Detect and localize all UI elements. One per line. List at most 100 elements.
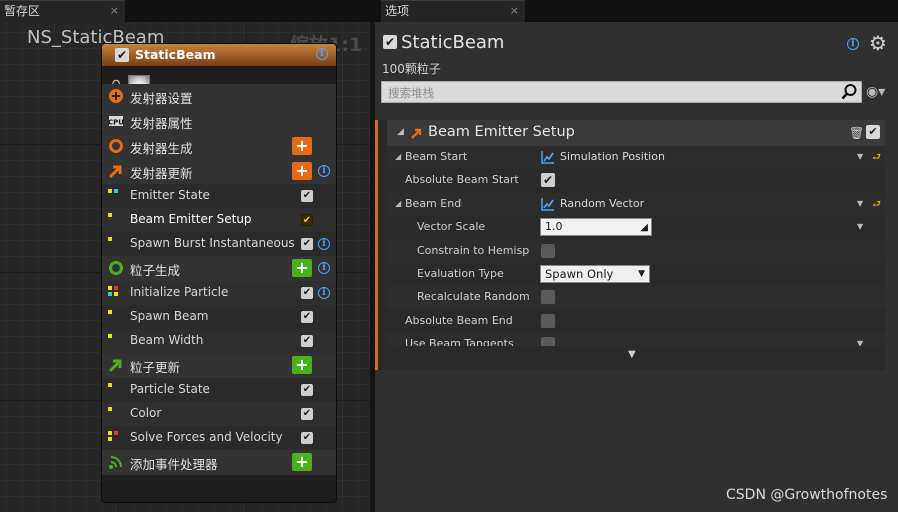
property-value: Random Vector	[560, 196, 645, 210]
info-icon[interactable]: i	[318, 165, 330, 177]
property-label: Absolute Beam End	[405, 313, 513, 327]
reset-arrow-icon[interactable]: ⮐	[872, 150, 881, 167]
add-module-button[interactable]: +	[292, 137, 312, 155]
trash-icon[interactable]: 🗑	[849, 126, 864, 140]
property-label: Beam End	[405, 196, 462, 210]
number-value: 1.0	[545, 220, 563, 234]
property-row: Absolute Beam End	[387, 309, 885, 333]
ring-icon	[109, 139, 123, 153]
stack-item-label: 粒子生成	[130, 263, 181, 278]
module-enable-checkbox[interactable]: ✔	[301, 214, 313, 226]
module-header[interactable]: ◢ Beam Emitter Setup 🗑 ✔	[387, 120, 885, 146]
add-module-button[interactable]: +	[292, 162, 312, 180]
stack-item-label: Spawn Beam	[130, 309, 209, 323]
property-checkbox[interactable]	[541, 313, 555, 328]
property-row: ◢ Beam Start Simulation Position ▼ ⮐	[387, 146, 885, 169]
search-icon[interactable]	[841, 83, 858, 100]
property-value: Simulation Position	[560, 150, 665, 163]
emitter-node-header[interactable]: ✔ StaticBeam i	[102, 44, 336, 67]
stack-item-label: 发射器生成	[130, 141, 193, 156]
module-enable-checkbox[interactable]: ✔	[301, 432, 313, 444]
emitter-node[interactable]: ✔ StaticBeam i ⚲ 发射器设置CPU发射器属性发射器生成+发射器更…	[101, 43, 337, 503]
property-checkbox[interactable]	[541, 243, 555, 258]
module-item[interactable]: Particle State ✔	[102, 378, 336, 402]
info-icon[interactable]: i	[847, 38, 859, 50]
property-row: Recalculate Random E	[387, 286, 885, 310]
module-enable-checkbox[interactable]: ✔	[301, 335, 313, 347]
stack-section-1[interactable]: CPU 发射器属性	[102, 109, 336, 134]
module-enable-checkbox[interactable]: ✔	[866, 125, 880, 139]
property-checkbox[interactable]	[541, 290, 555, 305]
property-label: Evaluation Type	[417, 267, 504, 280]
evaluation-type-select[interactable]: Spawn Only ▼	[540, 265, 650, 283]
module-enable-checkbox[interactable]: ✔	[301, 287, 313, 299]
module-enable-checkbox[interactable]: ✔	[301, 408, 313, 420]
stack-section-7[interactable]: 粒子生成 + i	[102, 256, 336, 281]
stack-section-3[interactable]: 发射器更新 + i	[102, 159, 336, 184]
emitter-enable-checkbox[interactable]: ✔	[383, 35, 397, 49]
add-module-button[interactable]: +	[292, 453, 312, 471]
chevron-down-icon[interactable]: ▼	[857, 152, 863, 161]
watermark: CSDN @Growthofnotes	[726, 487, 888, 503]
stack-search-input[interactable]: 搜索堆栈	[381, 81, 862, 103]
collapse-triangle-icon[interactable]: ◢	[397, 127, 404, 137]
vector-scale-input[interactable]: 1.0 ◢	[540, 218, 652, 237]
info-icon[interactable]: i	[316, 48, 328, 60]
module-item[interactable]: Initialize Particle ✔ i	[102, 281, 336, 305]
property-row: Evaluation Type Spawn Only ▼	[387, 263, 885, 286]
module-enable-checkbox[interactable]: ✔	[301, 238, 313, 250]
emitter-enable-checkbox[interactable]: ✔	[115, 48, 129, 62]
stack-section-15[interactable]: 添加事件处理器 +	[102, 450, 336, 475]
add-module-button[interactable]: +	[292, 356, 312, 374]
expand-down-icon[interactable]: ▼	[628, 349, 636, 360]
info-icon[interactable]: i	[318, 262, 330, 274]
module-item[interactable]: Emitter State ✔	[102, 184, 336, 208]
tab-label: 暂存区	[4, 4, 41, 18]
module-item[interactable]: Solve Forces and Velocity ✔	[102, 426, 336, 450]
property-row: ◢ Beam End Random Vector ▼ ⮐	[387, 192, 885, 216]
emitter-settings-icon	[109, 89, 123, 103]
search-placeholder: 搜索堆栈	[388, 86, 434, 100]
info-icon[interactable]: i	[318, 238, 330, 250]
module-item[interactable]: Color ✔	[102, 402, 336, 426]
module-status-dots	[108, 407, 122, 419]
close-icon[interactable]: ×	[110, 1, 119, 21]
stack-item-label: Initialize Particle	[130, 285, 229, 299]
module-status-dots	[108, 189, 122, 201]
gear-icon[interactable]: ⚙	[869, 31, 887, 55]
module-item[interactable]: Beam Width ✔	[102, 329, 336, 353]
module-item[interactable]: Spawn Burst Instantaneous ✔ i	[102, 232, 336, 256]
stack-item-label: Color	[130, 406, 162, 420]
info-icon[interactable]: i	[318, 287, 330, 299]
stack-section-11[interactable]: 粒子更新 +	[102, 353, 336, 378]
stack-section-2[interactable]: 发射器生成 +	[102, 134, 336, 159]
select-value: Spawn Only	[545, 267, 614, 281]
tab-scratch-pad[interactable]: 暂存区 ×	[0, 0, 125, 22]
reset-arrow-icon[interactable]: ⮐	[872, 197, 881, 214]
close-icon[interactable]: ×	[510, 1, 519, 21]
eye-icon[interactable]: ◉▾	[866, 84, 885, 100]
show-advanced-row[interactable]: ▼	[387, 346, 885, 368]
module-enable-checkbox[interactable]: ✔	[301, 311, 313, 323]
module-item[interactable]: Spawn Beam ✔	[102, 305, 336, 329]
chevron-down-icon[interactable]: ▼	[857, 222, 863, 231]
particle-count: 100颗粒子	[382, 62, 441, 76]
module-status-dots	[108, 431, 122, 443]
drag-grip-icon[interactable]: ◢	[640, 220, 648, 236]
module-enable-checkbox[interactable]: ✔	[301, 190, 313, 202]
stack-item-label: 发射器设置	[130, 91, 193, 106]
module-item[interactable]: Beam Emitter Setup ✔	[102, 208, 336, 232]
module-status-dots	[108, 334, 122, 346]
signal-icon	[109, 456, 122, 469]
property-checkbox[interactable]: ✔	[541, 173, 555, 188]
dynamic-input-icon	[541, 197, 554, 211]
expand-triangle-icon[interactable]: ◢	[395, 199, 401, 208]
add-module-button[interactable]: +	[292, 259, 312, 277]
module-enable-checkbox[interactable]: ✔	[301, 384, 313, 396]
tab-options[interactable]: 选项 ×	[381, 0, 525, 22]
expand-triangle-icon[interactable]: ◢	[395, 152, 401, 161]
stack-section-0[interactable]: 发射器设置	[102, 84, 336, 109]
ring-icon	[109, 261, 123, 275]
stack-item-label: 添加事件处理器	[130, 457, 218, 472]
chevron-down-icon[interactable]: ▼	[857, 199, 863, 208]
